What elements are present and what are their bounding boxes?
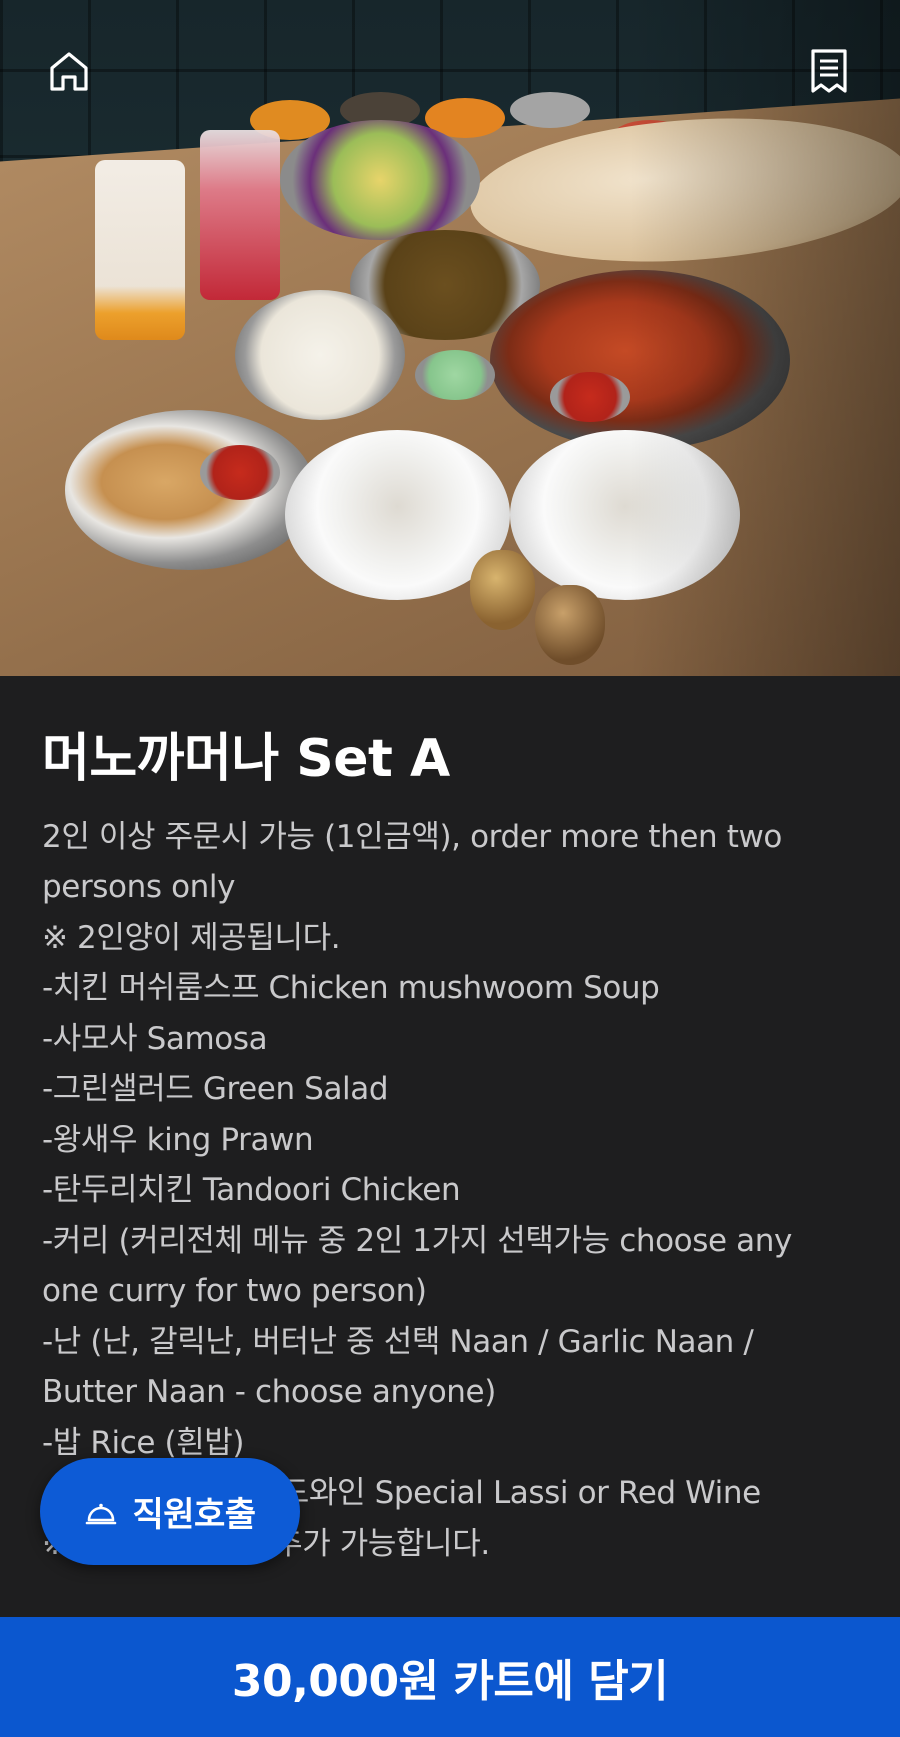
add-to-cart-button[interactable]: 30,000원 카트에 담기 xyxy=(0,1617,900,1737)
description-line: -탄두리치킨 Tandoori Chicken xyxy=(42,1172,461,1209)
description-line: -난 (난, 갈릭난, 버터난 중 선택 Naan / Garlic Naan … xyxy=(42,1323,754,1360)
menu-photo xyxy=(0,0,900,676)
receipt-icon xyxy=(811,49,847,93)
description-line: Butter Naan - choose anyone) xyxy=(42,1374,496,1411)
add-to-cart-label: 30,000원 카트에 담기 xyxy=(231,1656,669,1707)
description-line: ※ 2인양이 제공됩니다. xyxy=(42,919,341,956)
description-line: -그린샐러드 Green Salad xyxy=(42,1071,389,1108)
description-line: 2인 이상 주문시 가능 (1인금액), order more then two xyxy=(42,818,782,855)
menu-title: 머노까머나 Set A xyxy=(42,729,450,789)
staff-call-label: 직원호출 xyxy=(132,1495,256,1535)
home-icon xyxy=(50,52,88,91)
menu-detail: 머노까머나 Set A 2인 이상 주문시 가능 (1인금액), order m… xyxy=(0,676,900,1569)
description-line: -커리 (커리전체 메뉴 중 2인 1가지 선택가능 choose any xyxy=(42,1222,792,1259)
home-button[interactable] xyxy=(42,44,96,98)
description-line: -사모사 Samosa xyxy=(42,1020,268,1057)
staff-call-button[interactable]: 직원호출 xyxy=(40,1458,300,1565)
bell-icon xyxy=(86,1503,117,1524)
description-line: one curry for two person) xyxy=(42,1273,427,1310)
description-line: persons only xyxy=(42,869,236,906)
menu-description: 2인 이상 주문시 가능 (1인금액), order more then two… xyxy=(42,812,858,1570)
description-line: -왕새우 king Prawn xyxy=(42,1121,314,1158)
description-line: -치킨 머쉬룸스프 Chicken mushwoom Soup xyxy=(42,970,660,1007)
order-history-button[interactable] xyxy=(802,44,856,98)
